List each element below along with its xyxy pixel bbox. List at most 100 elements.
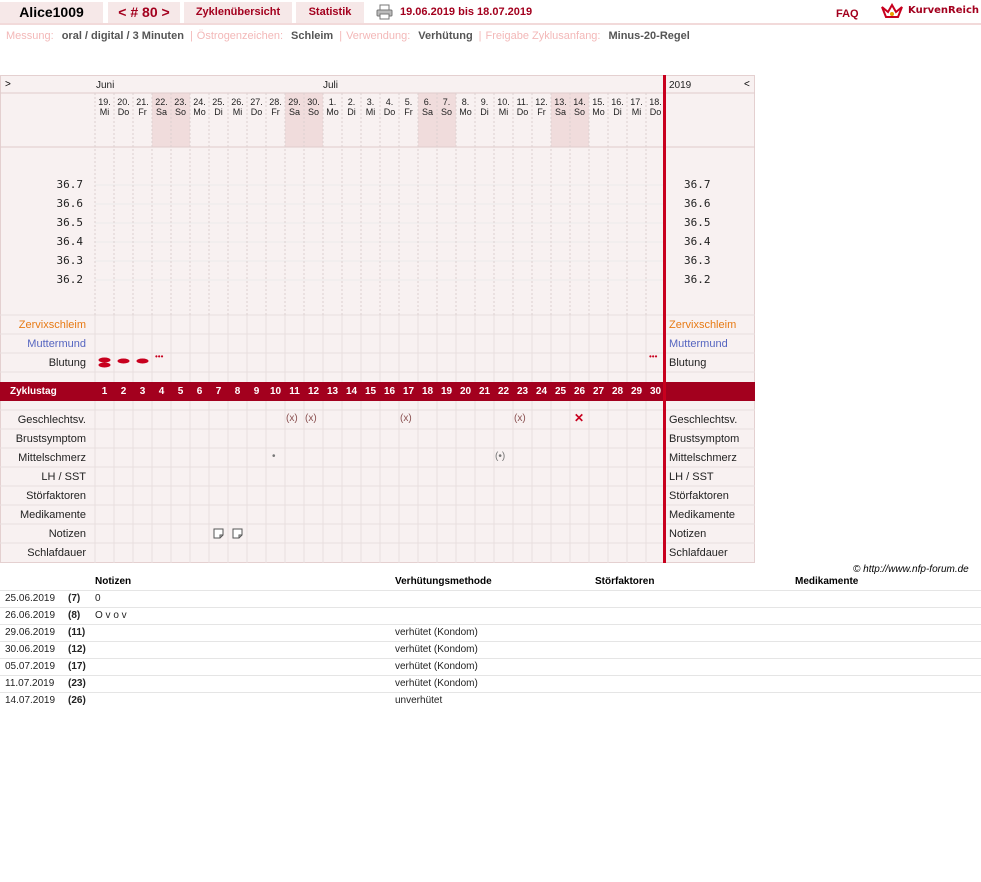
- day-number: 17.: [630, 97, 643, 107]
- note-cycle-day: (26): [68, 695, 86, 706]
- cycle-day-number: 14: [345, 386, 358, 397]
- day-number: 29.: [288, 97, 301, 107]
- day-number: 5.: [404, 97, 413, 107]
- day-number: 14.: [573, 97, 586, 107]
- table-row: 11.07.2019 (23) verhütet (Kondom): [0, 675, 981, 693]
- weekday-name: Fr: [138, 107, 147, 117]
- weekday-name: Mi: [498, 107, 509, 117]
- weekday-name: Sa: [554, 107, 566, 117]
- day-number: 4.: [385, 97, 394, 107]
- header-notizen: Notizen: [95, 576, 132, 587]
- weekday-name: Mi: [631, 107, 642, 117]
- cycle-day-number: 13: [326, 386, 339, 397]
- month-label-june: Juni: [96, 80, 115, 91]
- spotting-mark: •••: [649, 352, 658, 361]
- cycle-day-number: 16: [383, 386, 396, 397]
- tab-zyklenuebersicht[interactable]: Zyklenübersicht: [184, 2, 292, 23]
- note-method: verhütet (Kondom): [395, 644, 478, 655]
- temp-label-right: 36.2: [684, 273, 711, 286]
- row-label-schlafdauer-right: Schlafdauer: [669, 547, 728, 559]
- date-range: 19.06.2019 bis 18.07.2019: [400, 6, 533, 18]
- row-label-zervixschleim-right: Zervixschleim: [669, 319, 737, 331]
- messung-label: Messung:: [6, 30, 54, 42]
- note-date: 29.06.2019: [5, 627, 56, 638]
- cycle-day-number: 21: [478, 386, 491, 397]
- day-number: 21.: [136, 97, 149, 107]
- sex-protected-mark: (x): [400, 413, 412, 424]
- month-label-july: Juli: [323, 80, 339, 91]
- note-date: 26.06.2019: [5, 610, 56, 621]
- weekday-name: Mo: [592, 107, 605, 117]
- day-number: 24.: [193, 97, 206, 107]
- cycle-day-number: 15: [364, 386, 377, 397]
- row-label-brustsymptom-right: Brustsymptom: [669, 433, 740, 445]
- printer-icon[interactable]: [376, 4, 393, 20]
- note-cycle-day: (7): [68, 593, 81, 604]
- note-method: verhütet (Kondom): [395, 661, 478, 672]
- temp-label-left: 36.5: [56, 216, 84, 229]
- row-label-brustsymptom: Brustsymptom: [15, 433, 86, 445]
- next-cycle-arrow[interactable]: <: [744, 79, 750, 90]
- weekday-name: Mi: [99, 107, 110, 117]
- cycle-day-number: 12: [307, 386, 320, 397]
- note-method: unverhütet: [395, 695, 443, 706]
- day-number: 10.: [497, 97, 510, 107]
- day-number: 27.: [250, 97, 263, 107]
- table-row: 05.07.2019 (17) verhütet (Kondom): [0, 658, 981, 676]
- note-icon[interactable]: [232, 528, 244, 540]
- weekday-name: Fr: [537, 107, 546, 117]
- logo-text[interactable]: KurvenReich: [908, 5, 979, 16]
- faq-link[interactable]: FAQ: [836, 8, 859, 20]
- tab-statistik[interactable]: Statistik: [296, 2, 364, 23]
- table-row: 26.06.2019 (8) O v o v: [0, 607, 981, 625]
- day-number: 12.: [535, 97, 548, 107]
- row-label-schlafdauer: Schlafdauer: [27, 547, 86, 559]
- zyklustag-label: Zyklustag: [10, 386, 57, 397]
- note-icon[interactable]: [213, 528, 225, 540]
- copyright[interactable]: © http://www.nfp-forum.de: [853, 564, 969, 575]
- row-label-störfaktoren: Störfaktoren: [26, 490, 86, 502]
- weekday-name: Mi: [232, 107, 243, 117]
- cycle-day-number: 2: [120, 386, 127, 397]
- cycle-day-number: 22: [497, 386, 510, 397]
- weekday-name: Sa: [288, 107, 300, 117]
- day-number: 23.: [174, 97, 187, 107]
- prev-cycle-arrow[interactable]: >: [5, 79, 11, 90]
- cycle-day-number: 26: [573, 386, 586, 397]
- day-number: 9.: [480, 97, 489, 107]
- note-cycle-day: (8): [68, 610, 81, 621]
- row-label-medikamente: Medikamente: [19, 509, 86, 521]
- cycle-day-number: 17: [402, 386, 415, 397]
- temp-label-right: 36.6: [684, 197, 711, 210]
- weekday-name: Mo: [459, 107, 472, 117]
- day-number: 2.: [347, 97, 356, 107]
- weekday-name: Do: [516, 107, 529, 117]
- note-date: 05.07.2019: [5, 661, 56, 672]
- day-number: 11.: [516, 97, 529, 107]
- sex-protected-mark: (x): [286, 413, 298, 424]
- temp-label-right: 36.7: [684, 178, 711, 191]
- weekday-name: Mo: [193, 107, 206, 117]
- day-number: 30.: [307, 97, 320, 107]
- current-day-marker: [663, 75, 666, 563]
- note-text: O v o v: [95, 610, 127, 621]
- weekday-name: Di: [480, 107, 489, 117]
- cycle-day-number: 11: [289, 386, 300, 397]
- cycle-navigator[interactable]: < # 80 >: [108, 2, 180, 23]
- note-text: 0: [95, 593, 101, 604]
- spotting-mark: •••: [155, 352, 164, 361]
- temp-label-left: 36.2: [56, 273, 84, 286]
- row-label-lh-sst: LH / SST: [41, 471, 86, 483]
- freigabe-label: Freigabe Zyklusanfang:: [485, 30, 601, 42]
- messung-value: oral / digital / 3 Minuten: [61, 30, 184, 42]
- row-label-muttermund-right: Muttermund: [669, 338, 728, 350]
- temp-label-left: 36.6: [56, 197, 84, 210]
- day-number: 28.: [269, 97, 282, 107]
- cycle-day-number: 5: [177, 386, 184, 397]
- row-label-lh-sst-right: LH / SST: [669, 471, 714, 483]
- table-row: 29.06.2019 (11) verhütet (Kondom): [0, 624, 981, 642]
- username-tab[interactable]: Alice1009: [0, 2, 103, 23]
- day-number: 26.: [231, 97, 244, 107]
- note-cycle-day: (17): [68, 661, 86, 672]
- cycle-day-number: 29: [630, 386, 643, 397]
